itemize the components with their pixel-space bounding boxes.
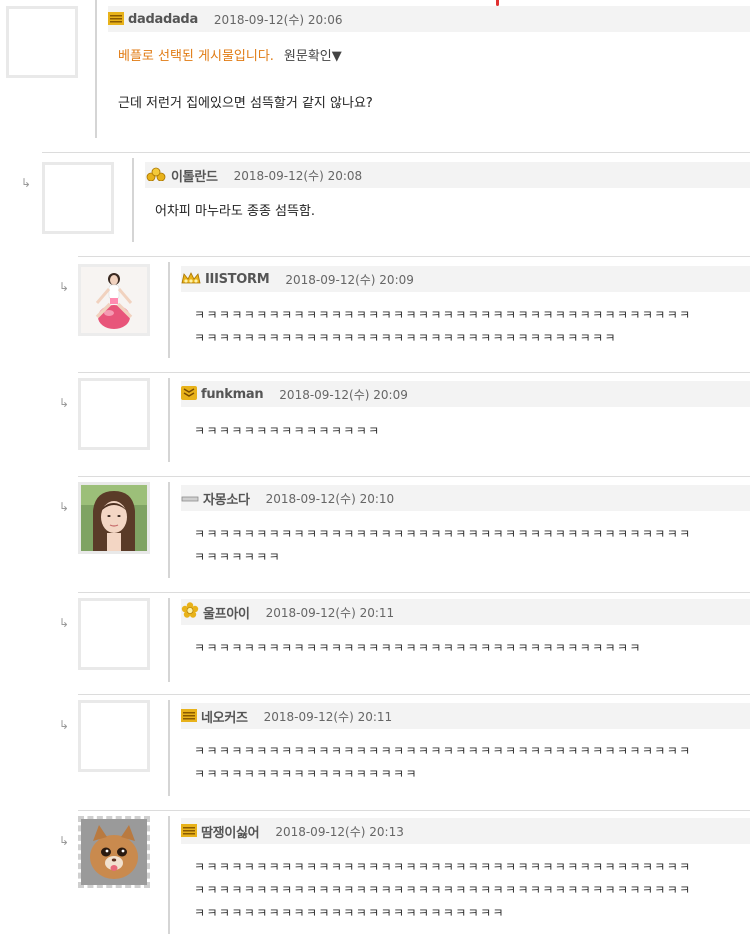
avatar[interactable] (78, 482, 150, 554)
comment-text-line: ㅋㅋㅋㅋㅋㅋㅋㅋㅋㅋㅋㅋㅋㅋㅋㅋㅋㅋㅋㅋㅋㅋㅋㅋㅋㅋㅋㅋㅋㅋㅋㅋㅋㅋㅋㅋㅋㅋㅋㅋ (194, 527, 692, 541)
gold-flower-icon (181, 602, 199, 622)
comment-author[interactable]: 땀쟁이싫어 (201, 822, 260, 841)
thread-line (168, 378, 170, 462)
reply-arrow-icon: ↳ (59, 280, 70, 294)
comment-date: 2018-09-12(수) 20:11 (265, 605, 395, 620)
divider (78, 256, 750, 257)
comment-author[interactable]: 울프아이 (203, 603, 250, 622)
comment-text: 어차피 마누라도 종종 섬뜩함. (155, 204, 316, 219)
comment-author[interactable]: 네오커즈 (201, 707, 248, 726)
level-bars-icon (108, 10, 124, 29)
divider (78, 372, 750, 373)
best-notice-text: 베플로 선택된 게시물입니다. (118, 49, 274, 64)
avatar[interactable] (78, 598, 150, 670)
comment-text-line: ㅋㅋㅋㅋㅋㅋㅋㅋㅋㅋㅋㅋㅋㅋㅋㅋㅋㅋㅋㅋㅋㅋㅋㅋㅋㅋㅋㅋㅋㅋㅋㅋㅋㅋㅋㅋㅋㅋㅋㅋ (194, 744, 692, 758)
comment-date: 2018-09-12(수) 20:09 (285, 272, 414, 287)
comment-text-line: ㅋㅋㅋㅋㅋㅋㅋㅋㅋㅋㅋㅋㅋㅋㅋㅋㅋㅋ (194, 767, 418, 781)
level-bars-icon (181, 707, 197, 726)
thread-line (168, 482, 170, 578)
comment-header: 네오커즈 2018-09-12(수) 20:11 (181, 703, 750, 729)
avatar[interactable] (78, 264, 150, 336)
comment-text-line: ㅋㅋㅋㅋㅋㅋㅋㅋㅋㅋㅋㅋㅋㅋㅋㅋㅋㅋㅋㅋㅋㅋㅋㅋㅋ (194, 906, 506, 920)
gold-chevron-icon (181, 385, 197, 404)
comment-date: 2018-09-12(수) 20:08 (233, 168, 363, 183)
avatar[interactable] (6, 6, 78, 78)
comment-text-line: ㅋㅋㅋㅋㅋㅋㅋㅋㅋㅋㅋㅋㅋㅋㅋㅋㅋㅋㅋㅋㅋㅋㅋㅋㅋㅋㅋㅋㅋㅋㅋㅋㅋㅋㅋㅋㅋㅋㅋㅋ (194, 860, 692, 874)
level-bars-icon (181, 822, 197, 841)
avatar[interactable] (78, 700, 150, 772)
comment-date: 2018-09-12(수) 20:13 (275, 824, 404, 839)
single-bar-icon (181, 489, 199, 508)
divider (78, 592, 750, 593)
reply-arrow-icon: ↳ (21, 176, 32, 190)
comment-text-line: ㅋㅋㅋㅋㅋㅋㅋㅋㅋㅋㅋㅋㅋㅋㅋㅋㅋㅋㅋㅋㅋㅋㅋㅋㅋㅋㅋㅋㅋㅋㅋㅋㅋㅋ (194, 331, 617, 345)
comment-date: 2018-09-12(수) 20:10 (265, 491, 395, 506)
gold-pile-icon (145, 166, 167, 185)
comment-text-line: ㅋㅋㅋㅋㅋㅋㅋㅋㅋㅋㅋㅋㅋㅋㅋㅋㅋㅋㅋㅋㅋㅋㅋㅋㅋㅋㅋㅋㅋㅋㅋㅋㅋㅋㅋㅋ (194, 641, 642, 655)
divider (78, 476, 750, 477)
comment-header: 울프아이 2018-09-12(수) 20:11 (181, 599, 750, 625)
comment-header: IIISTORM 2018-09-12(수) 20:09 (181, 266, 750, 292)
comment-text-line: ㅋㅋㅋㅋㅋㅋㅋㅋㅋㅋㅋㅋㅋㅋㅋ (194, 424, 381, 438)
comment-header: funkman 2018-09-12(수) 20:09 (181, 381, 750, 407)
comment-text-line: ㅋㅋㅋㅋㅋㅋㅋㅋㅋㅋㅋㅋㅋㅋㅋㅋㅋㅋㅋㅋㅋㅋㅋㅋㅋㅋㅋㅋㅋㅋㅋㅋㅋㅋㅋㅋㅋㅋㅋㅋ (194, 883, 692, 897)
comment-header: 자몽소다 2018-09-12(수) 20:10 (181, 485, 750, 511)
comment-date: 2018-09-12(수) 20:09 (279, 387, 408, 402)
divider (78, 810, 750, 811)
comment-text: 근데 저런거 집에있으면 섬뜩할거 같지 않나요? (118, 96, 373, 111)
reply-arrow-icon: ↳ (59, 500, 70, 514)
gold-crown-icon (181, 270, 201, 289)
view-original-link[interactable]: 원문확인▼ (284, 49, 342, 64)
comment-author[interactable]: 이톨란드 (171, 166, 218, 185)
comment-text-line: ㅋㅋㅋㅋㅋㅋㅋㅋㅋㅋㅋㅋㅋㅋㅋㅋㅋㅋㅋㅋㅋㅋㅋㅋㅋㅋㅋㅋㅋㅋㅋㅋㅋㅋㅋㅋㅋㅋㅋㅋ (194, 308, 692, 322)
comment-date: 2018-09-12(수) 20:06 (213, 12, 343, 27)
thread-line (168, 262, 170, 358)
best-comment-notice: 베플로 선택된 게시물입니다. 원문확인▼ (118, 45, 342, 69)
reply-arrow-icon: ↳ (59, 718, 70, 732)
comment-header: dadadada 2018-09-12(수) 20:06 (108, 6, 750, 32)
comment-date: 2018-09-12(수) 20:11 (263, 709, 393, 724)
comment-header: 땀쟁이싫어 2018-09-12(수) 20:13 (181, 818, 750, 844)
reply-arrow-icon: ↳ (59, 834, 70, 848)
comment-author[interactable]: funkman (201, 387, 264, 402)
reply-arrow-icon: ↳ (59, 396, 70, 410)
thread-line (168, 598, 170, 682)
thread-line (168, 816, 170, 934)
divider (42, 152, 750, 153)
avatar[interactable] (78, 378, 150, 450)
divider (78, 694, 750, 695)
comment-author[interactable]: dadadada (128, 12, 198, 27)
avatar[interactable] (42, 162, 114, 234)
thread-line (168, 700, 170, 796)
reply-arrow-icon: ↳ (59, 616, 70, 630)
comment-header: 이톨란드 2018-09-12(수) 20:08 (145, 162, 750, 188)
comment-author[interactable]: 자몽소다 (203, 489, 250, 508)
comment-text-line: ㅋㅋㅋㅋㅋㅋㅋ (194, 550, 282, 564)
avatar[interactable] (78, 816, 150, 888)
thread-line (132, 158, 134, 242)
thread-line (95, 0, 97, 138)
comment-author[interactable]: IIISTORM (205, 272, 270, 287)
